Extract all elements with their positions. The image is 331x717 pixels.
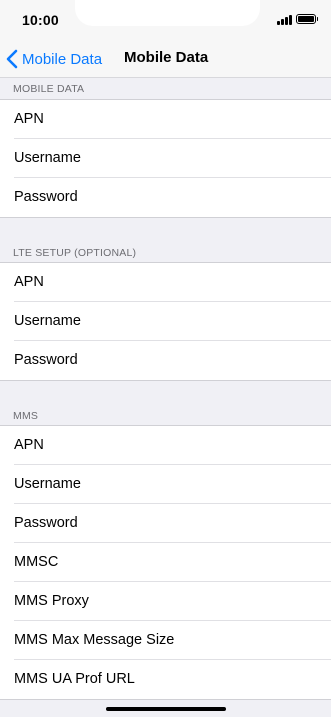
field-mms-password[interactable]: Password bbox=[0, 504, 331, 543]
back-button[interactable]: Mobile Data bbox=[6, 48, 102, 70]
home-indicator[interactable] bbox=[106, 707, 226, 711]
navigation-bar: Mobile Data Mobile Data bbox=[0, 40, 331, 78]
field-lte-username[interactable]: Username bbox=[0, 302, 331, 341]
settings-list: MOBILE DATA APN Username Password LTE SE… bbox=[0, 78, 331, 700]
section-header-mms: MMS bbox=[0, 381, 331, 426]
section-header-lte-setup: LTE SETUP (OPTIONAL) bbox=[0, 218, 331, 263]
group-mms: APN Username Password MMSC MMS Proxy MMS… bbox=[0, 426, 331, 700]
field-mms-username[interactable]: Username bbox=[0, 465, 331, 504]
chevron-left-icon bbox=[6, 49, 18, 69]
field-mms-ua-prof-url[interactable]: MMS UA Prof URL bbox=[0, 660, 331, 699]
field-username[interactable]: Username bbox=[0, 139, 331, 178]
field-mms-proxy[interactable]: MMS Proxy bbox=[0, 582, 331, 621]
group-lte-setup: APN Username Password bbox=[0, 263, 331, 381]
page-title: Mobile Data bbox=[124, 49, 209, 66]
back-button-label: Mobile Data bbox=[22, 50, 103, 68]
field-lte-apn[interactable]: APN bbox=[0, 263, 331, 302]
field-lte-password[interactable]: Password bbox=[0, 341, 331, 380]
status-bar: 10:00 bbox=[0, 0, 331, 40]
group-mobile-data: APN Username Password bbox=[0, 100, 331, 218]
field-mms-apn[interactable]: APN bbox=[0, 426, 331, 465]
field-password[interactable]: Password bbox=[0, 178, 331, 217]
field-mms-max-message-size[interactable]: MMS Max Message Size bbox=[0, 621, 331, 660]
signal-bars-icon bbox=[277, 15, 292, 25]
field-apn[interactable]: APN bbox=[0, 100, 331, 139]
section-header-mobile-data: MOBILE DATA bbox=[0, 78, 331, 100]
status-time: 10:00 bbox=[22, 12, 59, 28]
field-mmsc[interactable]: MMSC bbox=[0, 543, 331, 582]
device-notch bbox=[75, 0, 260, 26]
battery-icon bbox=[296, 14, 318, 24]
